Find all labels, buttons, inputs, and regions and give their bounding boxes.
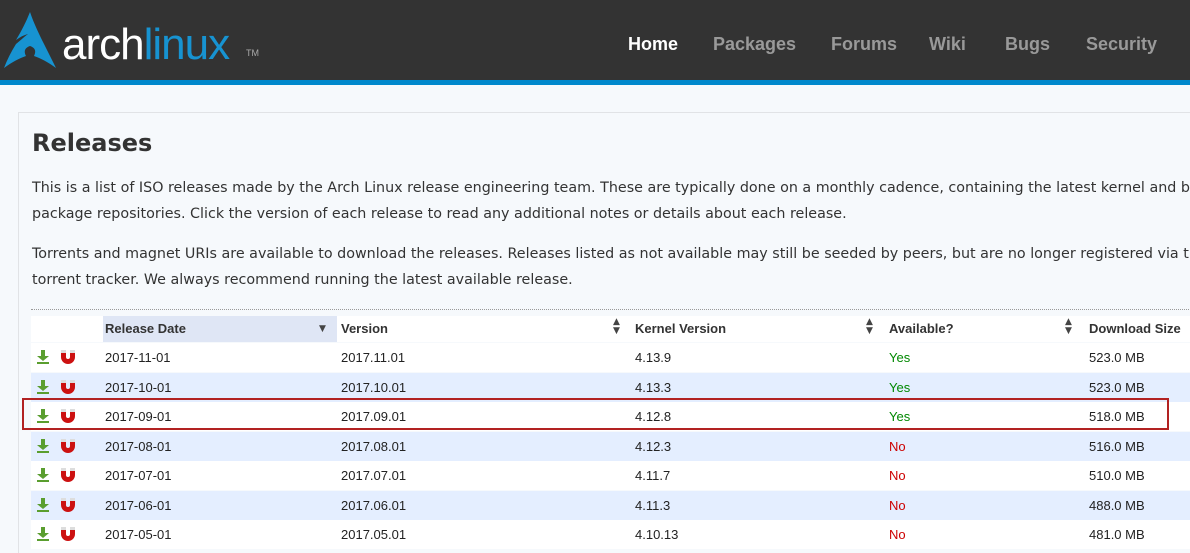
nav-home[interactable]: Home <box>628 34 678 55</box>
table-row: 2017-05-01 2017.05.01 4.10.13 No 481.0 MB <box>31 520 1190 549</box>
torrent-paragraph: Torrents and magnet URIs are available t… <box>32 241 1190 293</box>
sort-desc-icon[interactable]: ▼ <box>319 324 326 334</box>
intro-line-2: package repositories. Click the version … <box>32 206 847 222</box>
torrent-line-2: torrent tracker. We always recommend run… <box>32 272 573 288</box>
availability: Yes <box>889 379 911 395</box>
download-size: 518.0 MB <box>1089 409 1145 424</box>
nav-bugs[interactable]: Bugs <box>1005 34 1050 55</box>
nav-packages[interactable]: Packages <box>713 34 796 55</box>
download-icon[interactable] <box>37 379 49 394</box>
intro-paragraph: This is a list of ISO releases made by t… <box>32 175 1190 227</box>
availability: No <box>889 497 906 513</box>
sort-icon[interactable]: ▲ ▼ <box>613 318 620 336</box>
logo-wordmark: archlinux <box>62 20 230 70</box>
download-icon[interactable] <box>37 350 49 364</box>
sort-icon[interactable]: ▲ ▼ <box>866 318 873 336</box>
magnet-icon[interactable] <box>60 349 76 365</box>
torrent-line-1: Torrents and magnet URIs are available t… <box>32 246 1190 262</box>
intro-line-1: This is a list of ISO releases made by t… <box>32 180 1190 196</box>
nav-security[interactable]: Security <box>1086 34 1157 55</box>
arch-logo-icon <box>4 12 56 68</box>
table-row: 2017-07-01 2017.07.01 4.11.7 No 510.0 MB <box>31 461 1190 490</box>
version-link[interactable]: 2017.08.01 <box>341 432 406 461</box>
download-icon[interactable] <box>37 409 49 423</box>
availability: No <box>889 527 906 542</box>
releases-table: Release Date ▼ Version ▲ ▼ Kernel Version… <box>22 309 1190 549</box>
nav-wiki[interactable]: Wiki <box>929 34 966 55</box>
magnet-icon[interactable] <box>60 526 76 542</box>
col-header-available[interactable]: Available? <box>889 316 954 342</box>
magnet-icon[interactable] <box>60 438 76 454</box>
version-link[interactable]: 2017.05.01 <box>341 520 406 549</box>
release-date: 2017-09-01 <box>105 409 172 424</box>
magnet-icon[interactable] <box>60 467 76 483</box>
magnet-icon[interactable] <box>60 379 76 395</box>
download-size: 523.0 MB <box>1089 379 1145 395</box>
sort-icon[interactable]: ▲ ▼ <box>1065 318 1072 336</box>
download-size: 523.0 MB <box>1089 350 1145 365</box>
version-link[interactable]: 2017.11.01 <box>341 343 405 372</box>
download-icon[interactable] <box>37 438 49 453</box>
kernel-version: 4.10.13 <box>635 527 679 542</box>
logo-trademark: TM <box>246 48 259 58</box>
release-date: 2017-05-01 <box>105 527 172 542</box>
magnet-icon[interactable] <box>60 497 76 513</box>
release-date: 2017-11-01 <box>105 350 171 365</box>
magnet-icon[interactable] <box>60 408 76 424</box>
download-size: 510.0 MB <box>1089 468 1145 483</box>
availability: No <box>889 468 906 483</box>
col-header-release-date[interactable]: Release Date <box>105 316 186 342</box>
table-row: 2017-11-01 2017.11.01 4.13.9 Yes 523.0 MB <box>31 343 1190 372</box>
header-accent-bar <box>0 80 1190 85</box>
col-header-version[interactable]: Version <box>341 316 388 342</box>
availability: Yes <box>889 409 911 424</box>
kernel-version: 4.13.9 <box>635 350 672 365</box>
table-row: 2017-08-01 2017.08.01 4.12.3 No 516.0 MB <box>31 431 1190 461</box>
release-date: 2017-10-01 <box>105 379 172 395</box>
release-date: 2017-06-01 <box>105 497 172 513</box>
kernel-version: 4.13.3 <box>635 379 672 395</box>
page-title: Releases <box>32 129 153 157</box>
availability: No <box>889 438 906 454</box>
kernel-version: 4.11.3 <box>635 497 671 513</box>
kernel-version: 4.12.3 <box>635 438 672 454</box>
release-date: 2017-08-01 <box>105 438 172 454</box>
release-date: 2017-07-01 <box>105 468 172 483</box>
table-row: 2017-10-01 2017.10.01 4.13.3 Yes 523.0 MB <box>31 372 1190 402</box>
download-size: 516.0 MB <box>1089 438 1145 454</box>
col-header-download-size[interactable]: Download Size <box>1089 316 1181 342</box>
kernel-version: 4.12.8 <box>635 409 672 424</box>
archlinux-logo[interactable]: archlinux TM <box>4 12 264 70</box>
version-link[interactable]: 2017.10.01 <box>341 373 406 402</box>
download-icon[interactable] <box>37 497 49 512</box>
version-link[interactable]: 2017.09.01 <box>341 402 406 431</box>
table-row: 2017-06-01 2017.06.01 4.11.3 No 488.0 MB <box>31 490 1190 520</box>
releases-content: Releases This is a list of ISO releases … <box>18 112 1190 553</box>
kernel-version: 4.11.7 <box>635 468 671 483</box>
col-header-kernel[interactable]: Kernel Version <box>635 316 726 342</box>
site-header: archlinux TM Home Packages Forums Wiki B… <box>0 0 1190 80</box>
table-row: 2017-09-01 2017.09.01 4.12.8 Yes 518.0 MB <box>31 402 1190 431</box>
download-icon[interactable] <box>37 468 49 482</box>
logo-arch-text: arch <box>62 20 145 69</box>
nav-forums[interactable]: Forums <box>831 34 897 55</box>
availability: Yes <box>889 350 911 365</box>
version-link[interactable]: 2017.07.01 <box>341 461 406 490</box>
version-link[interactable]: 2017.06.01 <box>341 491 406 520</box>
download-size: 481.0 MB <box>1089 527 1145 542</box>
logo-linux-text: linux <box>143 20 230 69</box>
table-header-row: Release Date ▼ Version ▲ ▼ Kernel Version… <box>31 316 1190 342</box>
download-size: 488.0 MB <box>1089 497 1145 513</box>
